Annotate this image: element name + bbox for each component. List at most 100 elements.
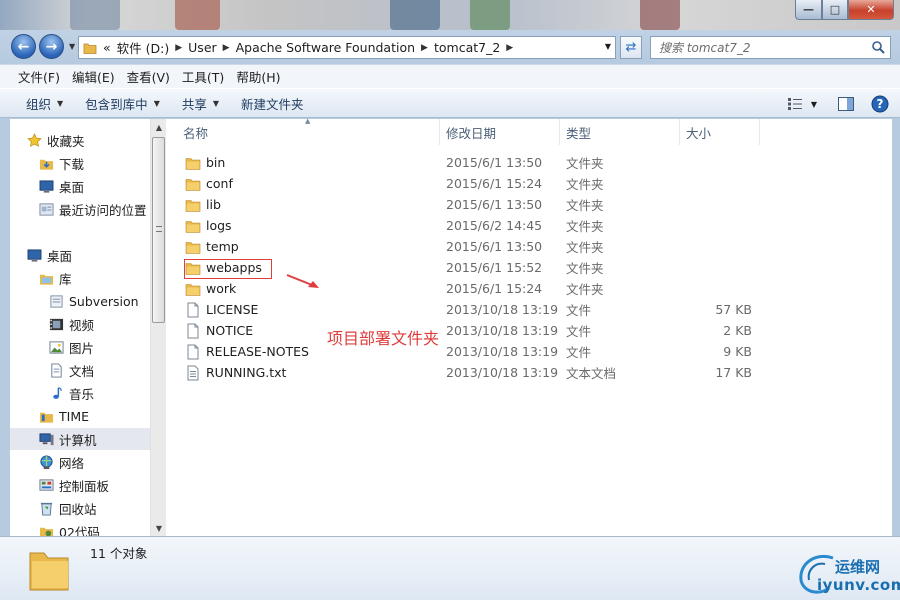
include-library-button[interactable]: 包含到库中 ▼ — [77, 94, 168, 113]
table-row[interactable]: RUNNING.txt 2013/10/18 13:19 文本文档 17 KB — [167, 362, 767, 383]
crumb-apache[interactable]: Apache Software Foundation — [233, 40, 418, 55]
download-folder-icon — [38, 155, 54, 171]
nav-recycle-bin[interactable]: 回收站 — [10, 497, 150, 519]
organize-button[interactable]: 组织 ▼ — [18, 94, 71, 113]
forward-button[interactable]: → — [39, 34, 64, 59]
nav-label: 收藏夹 — [47, 133, 85, 149]
picture-icon — [48, 339, 64, 355]
file-name-cell[interactable]: bin — [185, 152, 225, 173]
nav-downloads[interactable]: 下载 — [10, 152, 150, 174]
file-name-cell[interactable]: lib — [185, 194, 221, 215]
preview-pane-button[interactable] — [836, 94, 856, 114]
scroll-thumb[interactable] — [152, 137, 165, 323]
table-row[interactable]: RELEASE-NOTES 2013/10/18 13:19 文件 9 KB — [167, 341, 767, 362]
nav-libraries[interactable]: 库 — [10, 267, 150, 289]
control-panel-icon — [38, 477, 54, 493]
file-name-cell[interactable]: NOTICE — [185, 320, 253, 341]
table-row[interactable]: bin 2015/6/1 13:50 文件夹 — [167, 152, 767, 173]
nav-desktop[interactable]: 桌面 — [10, 244, 150, 266]
column-type[interactable]: 类型 — [560, 119, 680, 145]
nav-control-panel[interactable]: 控制面板 — [10, 474, 150, 496]
share-button[interactable]: 共享 ▼ — [174, 94, 227, 113]
file-name-cell[interactable]: conf — [185, 173, 233, 194]
nav-scrollbar[interactable]: ▲ ▼ — [150, 119, 166, 536]
crumb-separator-icon[interactable]: ▶ — [503, 43, 516, 53]
nav-music[interactable]: 音乐 — [10, 382, 150, 404]
crumb-tomcat[interactable]: tomcat7_2 — [431, 40, 503, 55]
nav-label: 库 — [59, 271, 72, 287]
share-label: 共享 — [181, 96, 207, 112]
file-name: conf — [206, 176, 233, 191]
view-options-button[interactable]: ▼ — [782, 94, 822, 114]
annotation-text: 项目部署文件夹 — [327, 329, 440, 348]
table-row[interactable]: work 2015/6/1 15:24 文件夹 — [167, 278, 767, 299]
column-date[interactable]: 修改日期 — [440, 119, 560, 145]
table-row[interactable]: lib 2015/6/1 13:50 文件夹 — [167, 194, 767, 215]
file-size: 57 KB — [715, 302, 752, 317]
menu-file[interactable]: 文件(F) — [12, 67, 66, 86]
details-pane: 11 个对象 — [0, 536, 900, 600]
nav-favorites[interactable]: 收藏夹 — [10, 129, 150, 151]
menu-tools[interactable]: 工具(T) — [176, 67, 230, 86]
table-row[interactable]: conf 2015/6/1 15:24 文件夹 — [167, 173, 767, 194]
address-bar[interactable]: « 软件 (D:) ▶ User ▶ Apache Software Found… — [78, 36, 616, 59]
close-button[interactable]: ✕ — [848, 0, 894, 20]
minimize-button[interactable]: — — [795, 0, 822, 20]
nav-videos[interactable]: 视频 — [10, 313, 150, 335]
column-name[interactable]: 名称 ▲ — [167, 117, 440, 145]
menu-help[interactable]: 帮助(H) — [230, 67, 286, 86]
column-size[interactable]: 大小 — [680, 119, 760, 145]
nav-documents[interactable]: 文档 — [10, 359, 150, 381]
file-name-cell[interactable]: logs — [185, 215, 232, 236]
file-name: lib — [206, 197, 221, 212]
file-date: 2013/10/18 13:19 — [446, 344, 559, 359]
table-row[interactable]: LICENSE 2013/10/18 13:19 文件 57 KB — [167, 299, 767, 320]
organize-label: 组织 — [26, 96, 52, 112]
file-name-cell[interactable]: temp — [185, 236, 239, 257]
address-dropdown-icon[interactable]: ▼ — [605, 42, 611, 51]
crumb-drive[interactable]: 软件 (D:) — [114, 38, 173, 57]
refresh-button[interactable]: ⇄ — [620, 36, 642, 59]
nav-code[interactable]: 02代码 — [10, 520, 150, 536]
file-name-cell[interactable]: RELEASE-NOTES — [185, 341, 309, 362]
file-name: work — [206, 281, 237, 296]
new-folder-button[interactable]: 新建文件夹 — [233, 94, 312, 113]
file-name-cell[interactable]: work — [185, 278, 236, 299]
scroll-down-icon[interactable]: ▼ — [151, 520, 167, 536]
nav-desktop-favorite[interactable]: 桌面 — [10, 175, 150, 197]
scroll-up-icon[interactable]: ▲ — [151, 119, 167, 135]
nav-pictures[interactable]: 图片 — [10, 336, 150, 358]
crumb-separator-icon[interactable]: ▶ — [172, 43, 185, 53]
address-overflow[interactable]: « — [100, 40, 114, 55]
command-bar-right: ▼ ? — [774, 94, 890, 114]
nav-recent-places[interactable]: 最近访问的位置 — [10, 198, 150, 220]
file-name-cell[interactable]: LICENSE — [185, 299, 258, 320]
nav-label: 下载 — [59, 156, 85, 172]
nav-time[interactable]: TIME — [10, 405, 150, 427]
table-row[interactable]: temp 2015/6/1 13:50 文件夹 — [167, 236, 767, 257]
table-row[interactable]: NOTICE 2013/10/18 13:19 文件 2 KB — [167, 320, 767, 341]
file-type: 文件夹 — [566, 198, 604, 213]
recent-pages-dropdown[interactable]: ▼ — [69, 42, 75, 51]
file-name-cell[interactable]: RUNNING.txt — [185, 362, 286, 383]
title-bar[interactable]: — □ ✕ — [0, 0, 900, 30]
help-button[interactable]: ? — [870, 94, 890, 114]
maximize-button[interactable]: □ — [822, 0, 848, 20]
search-icon[interactable] — [871, 40, 885, 54]
search-box[interactable]: 搜索 tomcat7_2 — [650, 36, 891, 59]
crumb-user[interactable]: User — [185, 40, 220, 55]
file-size — [687, 215, 752, 236]
crumb-separator-icon[interactable]: ▶ — [220, 43, 233, 53]
menu-edit[interactable]: 编辑(E) — [66, 67, 121, 86]
crumb-separator-icon[interactable]: ▶ — [418, 43, 431, 53]
nav-computer[interactable]: 计算机 — [10, 428, 150, 450]
nav-network[interactable]: 网络 — [10, 451, 150, 473]
back-button[interactable]: ← — [11, 34, 36, 59]
menu-view[interactable]: 查看(V) — [121, 67, 176, 86]
table-row[interactable]: logs 2015/6/2 14:45 文件夹 — [167, 215, 767, 236]
chevron-down-icon: ▼ — [810, 99, 818, 109]
nav-subversion[interactable]: Subversion — [10, 290, 150, 312]
chevron-down-icon: ▼ — [212, 98, 220, 108]
navigation-pane[interactable]: 收藏夹 下载 桌面 最近访问的位置 桌面 库 Subversion 视频 图片 … — [10, 119, 150, 536]
file-icon — [185, 344, 201, 360]
